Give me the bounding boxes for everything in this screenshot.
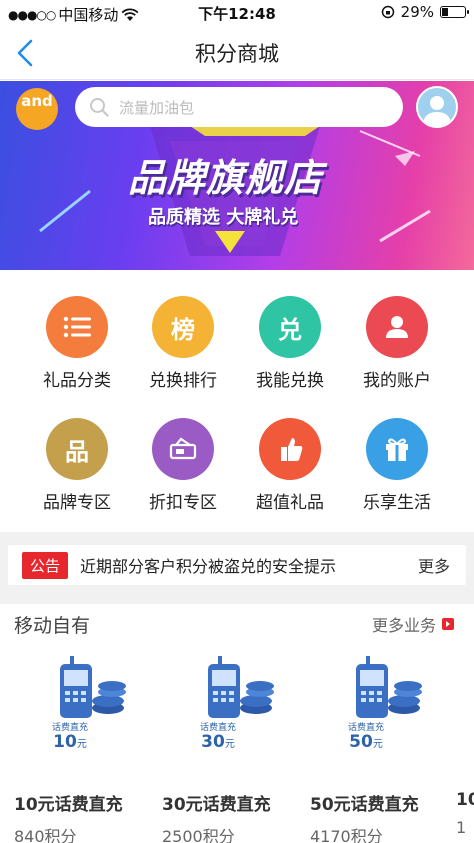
exchange-icon: 兑: [259, 296, 321, 358]
notice-message[interactable]: 近期部分客户积分被盗兑的安全提示: [80, 553, 418, 577]
phone-recharge-image: 话费直充 10元: [40, 656, 150, 766]
product-name: 10: [456, 790, 474, 810]
product-name: 50元话费直充: [310, 795, 419, 815]
promo-banner[interactable]: and 流量加油包 品牌旗舰店 品质精选 大牌礼兑: [0, 81, 474, 270]
phone-coins-icon: [356, 656, 422, 718]
grid-item-label: 品牌专区: [43, 493, 111, 513]
grid-item-my-account[interactable]: 我的账户: [342, 296, 452, 391]
grid-item-label: 兑换排行: [149, 371, 217, 391]
phone-recharge-image: 话费直充 50元: [336, 656, 446, 766]
phone-coins-icon: [208, 656, 274, 718]
search-input[interactable]: 流量加油包: [75, 87, 403, 127]
product-image-placeholder: [456, 656, 474, 766]
ticket-icon: [152, 418, 214, 480]
product-card-partial[interactable]: 10 1: [456, 656, 474, 837]
grid-item-label: 超值礼品: [256, 493, 324, 513]
grid-item-exchange-ranking[interactable]: 榜 兑换排行: [128, 296, 238, 391]
product-points: 2500积分: [162, 827, 235, 843]
list-icon: [46, 296, 108, 358]
banner-headline: 品牌旗舰店: [128, 156, 324, 200]
grid-item-gift-category[interactable]: 礼品分类: [22, 296, 132, 391]
grid-item-label: 折扣专区: [149, 493, 217, 513]
status-bar: ●●●○○ 中国移动 下午12:48 29%: [0, 0, 474, 26]
thumbs-up-icon: [259, 418, 321, 480]
grid-item-label: 乐享生活: [363, 493, 431, 513]
grid-item-label: 礼品分类: [43, 371, 111, 391]
ranking-icon: 榜: [152, 296, 214, 358]
page-title: 积分商城: [195, 41, 279, 66]
notice-bar[interactable]: 公告 近期部分客户积分被盗兑的安全提示 更多: [8, 545, 466, 585]
product-points: 4170积分: [310, 827, 383, 843]
phone-coins-icon: [60, 656, 126, 718]
product-name: 30元话费直充: [162, 795, 271, 815]
nav-bar: 积分商城: [0, 26, 474, 80]
grid-item-brand-zone[interactable]: 品 品牌专区: [22, 418, 132, 513]
grid-item-label: 我能兑换: [256, 371, 324, 391]
product-amount: 50元: [349, 732, 383, 752]
and-logo: and: [16, 88, 58, 130]
notice-more-link[interactable]: 更多: [418, 553, 450, 577]
product-points: 1: [456, 818, 467, 837]
user-icon: [366, 296, 428, 358]
back-icon[interactable]: [14, 38, 38, 68]
avatar[interactable]: [416, 86, 458, 128]
section-title: 移动自有: [14, 614, 91, 637]
more-services-label: 更多业务: [371, 616, 436, 635]
arrow-right-icon: [442, 618, 454, 630]
rotation-lock-icon: [381, 5, 394, 19]
product-name: 10元话费直充: [14, 795, 123, 815]
more-services-link[interactable]: 更多业务: [372, 612, 454, 636]
product-amount: 10元: [53, 732, 87, 752]
product-card[interactable]: 话费直充 10元 10元话费直充 840积分: [14, 656, 162, 843]
grid-item-can-exchange[interactable]: 兑 我能兑换: [235, 296, 345, 391]
gift-icon: [366, 418, 428, 480]
product-card[interactable]: 话费直充 50元 50元话费直充 4170积分: [310, 656, 458, 843]
product-list: 话费直充 10元 10元话费直充 840积分 话费直充 30元 30元话费直充 …: [0, 656, 474, 843]
battery-percent: 29%: [400, 3, 434, 21]
grid-item-discount-zone[interactable]: 折扣专区: [128, 418, 238, 513]
category-grid: 礼品分类 榜 兑换排行 兑 我能兑换 我的账户 品 品牌专区 折扣专区 超值礼品…: [0, 270, 474, 532]
product-amount: 30元: [201, 732, 235, 752]
search-placeholder: 流量加油包: [119, 98, 195, 117]
phone-recharge-image: 话费直充 30元: [188, 656, 298, 766]
search-icon: [90, 98, 109, 117]
grid-item-value-gifts[interactable]: 超值礼品: [235, 418, 345, 513]
brand-icon: 品: [46, 418, 108, 480]
section-header: 移动自有 更多业务: [0, 604, 474, 644]
grid-item-label: 我的账户: [363, 371, 431, 391]
grid-item-enjoy-life[interactable]: 乐享生活: [342, 418, 452, 513]
product-card[interactable]: 话费直充 30元 30元话费直充 2500积分: [162, 656, 310, 843]
banner-subline: 品质精选 大牌礼兑: [148, 207, 299, 228]
battery-icon: [440, 6, 469, 18]
product-points: 840积分: [14, 827, 77, 843]
notice-tag: 公告: [22, 551, 69, 579]
user-avatar-icon: [423, 96, 451, 126]
